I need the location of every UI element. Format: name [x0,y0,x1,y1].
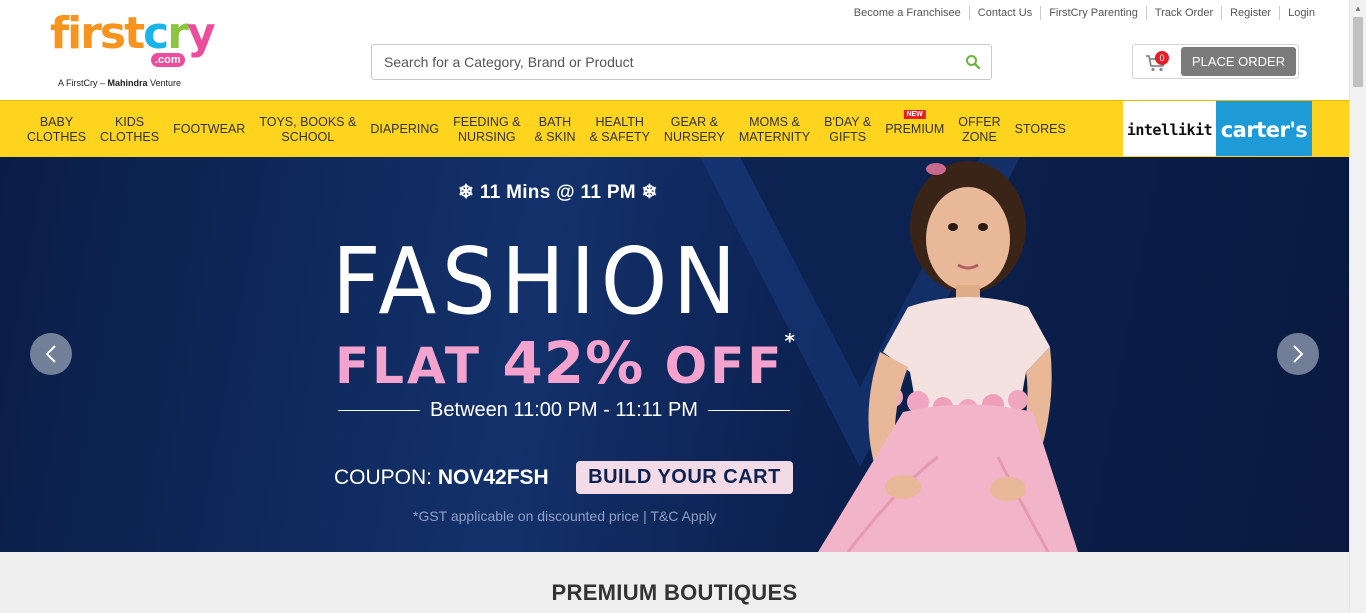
nav-item-gear-nursery[interactable]: GEAR & NURSERY [657,115,732,145]
snowflake-icon: ❄ [641,182,658,203]
banner-gst-note: *GST applicable on discounted price | T&… [413,508,717,524]
cart-box: 0 PLACE ORDER [1132,44,1299,79]
chevron-right-icon [1293,345,1304,363]
nav-item-toys-books-school[interactable]: TOYS, BOOKS & SCHOOL [252,115,363,145]
search-input[interactable] [372,45,952,79]
section-title: PREMIUM BOUTIQUES [551,580,798,605]
link-contact-us[interactable]: Contact Us [968,6,1040,20]
nav-item-premium[interactable]: NEW PREMIUM [878,110,951,137]
carousel-next-button[interactable] [1277,333,1319,375]
scroll-up-arrow-icon[interactable]: ▲ [1350,0,1366,17]
nav-item-baby-clothes[interactable]: BABY CLOTHES [20,115,93,145]
page: { "header": { "logo": { "word_parts": ["… [0,0,1366,613]
build-your-cart-button[interactable]: BUILD YOUR CART [576,461,793,494]
nav-item-health-safety[interactable]: HEALTH & SAFETY [582,115,656,145]
logo-domain-badge: .com [151,53,185,67]
site-header: firstcry .com A FirstCry – Mahindra Vent… [0,0,1349,100]
link-franchisee[interactable]: Become a Franchisee [846,6,969,20]
link-parenting[interactable]: FirstCry Parenting [1040,6,1146,20]
carousel-prev-button[interactable] [30,333,72,375]
logo-tagline: A FirstCry – Mahindra Venture [58,78,182,88]
link-login[interactable]: Login [1279,6,1323,20]
cart-count-badge: 0 [1155,51,1169,65]
nav-item-stores[interactable]: STORES [1008,122,1073,137]
search-icon[interactable] [965,54,981,70]
nav-item-moms-maternity[interactable]: MOMS & MATERNITY [732,115,817,145]
banner-headline: FASHION [332,228,742,335]
search-bar [371,44,992,80]
link-track-order[interactable]: Track Order [1145,6,1221,20]
place-order-button[interactable]: PLACE ORDER [1181,47,1296,76]
snowflake-icon: ❄ [458,182,475,203]
top-links: Become a Franchisee Contact Us FirstCry … [846,6,1323,20]
hero-banner[interactable]: ❄ 11 Mins @ 11 PM ❄ FASHION FLAT 42% OFF… [0,157,1349,552]
nav-item-diapering[interactable]: DIAPERING [363,122,446,137]
banner-time-window: Between 11:00 PM - 11:11 PM [338,399,791,422]
page-scrollbar[interactable]: ▲ [1349,0,1366,613]
firstcry-logo[interactable]: firstcry .com A FirstCry – Mahindra Vent… [50,8,216,92]
brand-carters[interactable]: carter's [1216,101,1312,158]
logo-wordmark: firstcry [50,8,216,59]
nav-item-offer-zone[interactable]: OFFER ZONE [951,115,1007,145]
link-register[interactable]: Register [1221,6,1279,20]
banner-top-text: ❄ 11 Mins @ 11 PM ❄ [458,182,658,203]
nav-item-feeding-nursing[interactable]: FEEDING & NURSING [446,115,527,145]
nav-item-kids-clothes[interactable]: KIDS CLOTHES [93,115,166,145]
category-nav: BABY CLOTHES KIDS CLOTHES FOOTWEAR TOYS, B… [0,100,1349,161]
banner-offer: FLAT 42% OFF* [335,329,798,397]
model-girl-image [818,161,1078,552]
brand-intellikit[interactable]: intellikit [1123,101,1216,158]
new-badge: NEW [903,110,926,119]
category-nav-items: BABY CLOTHES KIDS CLOTHES FOOTWEAR TOYS, B… [20,101,1073,158]
banner-coupon: COUPON: NOV42FSH [334,466,549,489]
premium-boutiques-section: PREMIUM BOUTIQUES [0,552,1349,613]
nav-item-bath-skin[interactable]: BATH & SKIN [527,115,582,145]
nav-item-footwear[interactable]: FOOTWEAR [166,122,252,137]
chevron-left-icon [45,345,56,363]
nav-item-bday-gifts[interactable]: B'DAY & GIFTS [817,115,878,145]
scrollbar-thumb[interactable] [1353,17,1363,87]
